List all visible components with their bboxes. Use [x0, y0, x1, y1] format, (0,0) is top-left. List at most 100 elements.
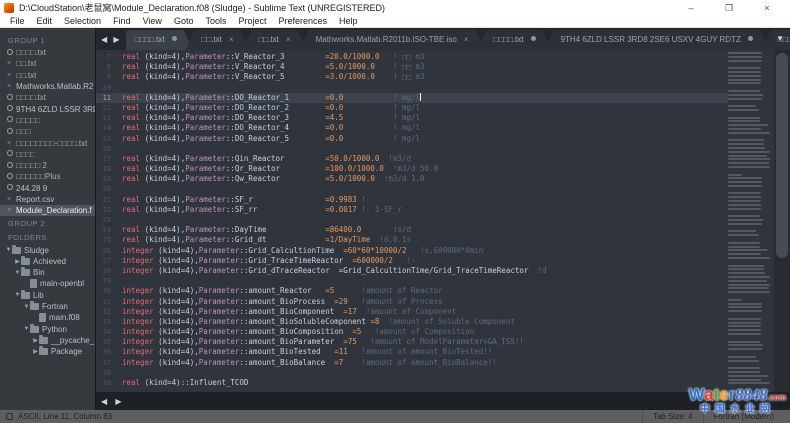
open-file-item[interactable]: □□□□.txt	[0, 92, 95, 103]
tab[interactable]: □□.txt ×	[243, 30, 307, 50]
tab[interactable]: □□□□.txt	[478, 30, 552, 50]
expander-icon[interactable]: ▼	[5, 247, 12, 253]
code-line[interactable]: 39 real (kind=4)::Influent_TCOD	[96, 378, 728, 388]
open-file-item[interactable]: □□□□.txt	[0, 47, 95, 58]
tree-folder[interactable]: ▼ Bin	[0, 267, 95, 278]
code-line[interactable]: 9 real (kind=4),Parameter::V_Reactor_5 =3…	[96, 72, 728, 82]
open-file-item[interactable]: □□□□□	[0, 115, 95, 126]
tree-file[interactable]: main.f08	[0, 312, 95, 323]
file-close-icon[interactable]	[7, 72, 16, 79]
open-file-item[interactable]: □□□□□□□□-□□□□.txt	[0, 137, 95, 148]
code-line[interactable]: 10	[96, 83, 728, 93]
tab-modified-dot-icon[interactable]	[531, 36, 536, 41]
code-line[interactable]: 37 integer (kind=4),Parameter::amount_Bio…	[96, 358, 728, 368]
code-line[interactable]: 16	[96, 144, 728, 154]
tree-folder[interactable]: ▼ Sludge	[0, 244, 95, 255]
code-line[interactable]: 20	[96, 184, 728, 194]
open-file-item[interactable]: □□.txt	[0, 70, 95, 81]
code-line[interactable]: 25 real (kind=4),Parameter::Grid_dt =1/Da…	[96, 235, 728, 245]
code-line[interactable]: 35 integer (kind=4),Parameter::amount_Bio…	[96, 337, 728, 347]
menu-find[interactable]: Find	[107, 15, 137, 27]
code-line[interactable]: 24 real (kind=4),Parameter::DayTime =8640…	[96, 225, 728, 235]
code-line[interactable]: 21 real (kind=4),Parameter::SF_r =0.9983 …	[96, 195, 728, 205]
hscroll-arrows-icon[interactable]: ◀ ▶	[101, 397, 125, 406]
tab[interactable]: Mathworks.Matlab.R2011b.ISO-TBE.iso ×	[300, 30, 485, 50]
tree-folder[interactable]: ▼ Fortran	[0, 301, 95, 312]
open-file-item[interactable]: □□.txt	[0, 58, 95, 69]
vertical-scrollbar[interactable]	[774, 50, 790, 392]
open-file-item[interactable]: 244.28 9	[0, 183, 95, 194]
code-line[interactable]: 38	[96, 368, 728, 378]
tab[interactable]: 9TH4 6ZLD LSSR 3RD8 2SE6 USXV 4GUY RDTZ	[545, 30, 769, 50]
file-dot-icon[interactable]	[7, 162, 16, 170]
tree-folder[interactable]: ▼ Python	[0, 323, 95, 335]
file-dot-icon[interactable]	[7, 94, 16, 102]
code-line[interactable]: 32 integer (kind=4),Parameter::amount_Bio…	[96, 307, 728, 317]
code-line[interactable]: 7 real (kind=4),Parameter::V_Reactor_3 =2…	[96, 52, 728, 62]
file-dot-icon[interactable]	[7, 49, 16, 57]
code-line[interactable]: 11 real (kind=4),Parameter::DO_Reactor_1 …	[96, 92, 728, 103]
expander-icon[interactable]: ▼	[23, 304, 30, 310]
code-line[interactable]: 27 integer (kind=4),Parameter::Grid_Trace…	[96, 256, 728, 266]
code-line[interactable]: 15 real (kind=4),Parameter::DO_Reactor_5 …	[96, 134, 728, 144]
tree-folder[interactable]: ▶ Package	[0, 346, 95, 357]
open-file-item[interactable]: □□□□□ 2	[0, 160, 95, 171]
file-close-icon[interactable]	[7, 207, 16, 214]
file-close-icon[interactable]	[7, 83, 16, 90]
file-dot-icon[interactable]	[7, 128, 16, 136]
open-file-item[interactable]: Report.csv	[0, 194, 95, 205]
open-file-item[interactable]: Module_Declaration.f	[0, 205, 95, 217]
open-file-item[interactable]: □□□□□□Plus	[0, 171, 95, 182]
tab-close-icon[interactable]: ×	[229, 35, 234, 44]
file-close-icon[interactable]	[7, 140, 16, 147]
menu-edit[interactable]: Edit	[31, 15, 59, 27]
file-close-icon[interactable]	[7, 196, 16, 203]
code-line[interactable]: 33 integer (kind=4),Parameter::amount_Bio…	[96, 317, 728, 327]
tab-scroll-arrows[interactable]: ◀ ▶	[99, 35, 126, 44]
menu-tools[interactable]: Tools	[199, 15, 232, 27]
code-lines[interactable]: 7 real (kind=4),Parameter::V_Reactor_3 =2…	[96, 52, 728, 388]
tree-folder[interactable]: ▶ Achieved	[0, 255, 95, 267]
menu-file[interactable]: File	[4, 15, 31, 27]
file-dot-icon[interactable]	[7, 116, 16, 124]
tab[interactable]: □□.txt ×	[186, 30, 250, 50]
code-line[interactable]: 36 integer (kind=4),Parameter::amount_Bio…	[96, 347, 728, 357]
open-file-item[interactable]: 9TH4 6ZLD LSSR 3RD	[0, 103, 95, 114]
status-icon[interactable]	[6, 413, 13, 420]
file-dot-icon[interactable]	[7, 184, 16, 192]
code-line[interactable]: 30 integer (kind=4),Parameter::amount_Rea…	[96, 286, 728, 296]
code-line[interactable]: 8 real (kind=4),Parameter::V_Reactor_4 =5…	[96, 62, 728, 72]
expander-icon[interactable]: ▶	[32, 348, 39, 355]
tab-close-icon[interactable]: ×	[286, 35, 291, 44]
tab-modified-dot-icon[interactable]	[748, 36, 753, 41]
expander-icon[interactable]: ▶	[14, 258, 21, 265]
vertical-scrollbar-thumb[interactable]	[776, 53, 788, 258]
expander-icon[interactable]: ▼	[23, 326, 30, 332]
code-line[interactable]: 22 real (kind=4),Parameter::SF_rr =0.0017…	[96, 205, 728, 215]
syntax-button[interactable]: Fortran (Modern)	[702, 410, 784, 423]
tab[interactable]: □□□□.txt	[126, 30, 193, 50]
code-editor[interactable]: 7 real (kind=4),Parameter::V_Reactor_3 =2…	[96, 50, 790, 392]
code-line[interactable]: 14 real (kind=4),Parameter::DO_Reactor_4 …	[96, 123, 728, 133]
open-file-item[interactable]: □□□□	[0, 149, 95, 160]
tab-size-button[interactable]: Tab Size: 4	[641, 410, 703, 423]
file-close-icon[interactable]	[7, 60, 16, 67]
code-line[interactable]: 13 real (kind=4),Parameter::DO_Reactor_3 …	[96, 113, 728, 123]
code-line[interactable]: 23	[96, 215, 728, 225]
code-line[interactable]: 17 real (kind=4),Parameter::Qin_Reactor =…	[96, 154, 728, 164]
code-line[interactable]: 12 real (kind=4),Parameter::DO_Reactor_2 …	[96, 103, 728, 113]
menu-project[interactable]: Project	[232, 15, 272, 27]
open-file-item[interactable]: Mathworks.Matlab.R2	[0, 81, 95, 92]
file-dot-icon[interactable]	[7, 105, 16, 113]
maximize-button[interactable]: ❐	[710, 1, 748, 15]
menu-selection[interactable]: Selection	[58, 15, 107, 27]
menu-preferences[interactable]: Preferences	[272, 15, 333, 27]
tab-close-icon[interactable]: ×	[464, 35, 469, 44]
code-line[interactable]: 29	[96, 276, 728, 286]
minimize-button[interactable]: –	[672, 1, 710, 15]
menu-view[interactable]: View	[137, 15, 168, 27]
code-line[interactable]: 31 integer (kind=4),Parameter::amount_Bio…	[96, 297, 728, 307]
tab-overflow-button[interactable]: ▼	[776, 34, 784, 43]
minimap[interactable]	[728, 52, 772, 392]
expander-icon[interactable]: ▶	[32, 337, 39, 344]
